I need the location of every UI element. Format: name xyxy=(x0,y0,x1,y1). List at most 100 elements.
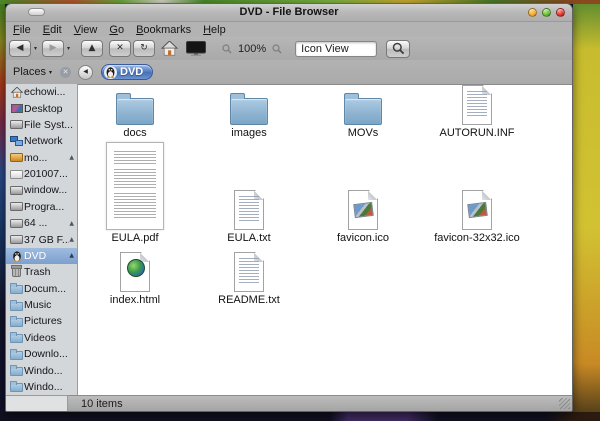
menu-view[interactable]: View xyxy=(74,24,98,36)
zoom-out-button[interactable] xyxy=(222,43,232,54)
titlebar[interactable]: DVD - File Browser xyxy=(6,4,572,22)
places-dropdown-icon[interactable]: ▾ xyxy=(49,69,52,76)
sidebar-item-desktop[interactable]: Desktop xyxy=(6,100,77,116)
menu-file-mnemonic: F xyxy=(13,23,20,36)
eject-icon[interactable]: ▲ xyxy=(69,252,74,259)
home-button[interactable] xyxy=(161,41,178,56)
menu-help[interactable]: Help xyxy=(203,24,226,36)
sidebar-item-home[interactable]: echowi... xyxy=(6,84,77,100)
stop-button[interactable]: ✕ xyxy=(109,40,131,57)
linux-penguin-icon xyxy=(9,250,24,262)
sidebar-item-music[interactable]: Music xyxy=(6,297,77,313)
sidebar-item-label: Windo... xyxy=(24,364,63,377)
menu-go[interactable]: Go xyxy=(109,24,124,36)
file-item-autorun[interactable]: AUTORUN.INF xyxy=(440,85,514,142)
breadcrumb-dvd[interactable]: DVD xyxy=(101,64,154,80)
toolbar: ◀ ▾ ▶ ▾ ▲ ✕ ↻ 100% Icon View xyxy=(6,37,572,60)
forward-history-dropdown[interactable]: ▾ xyxy=(64,45,73,52)
zoom-in-button[interactable] xyxy=(272,43,282,54)
folder-icon xyxy=(9,332,24,344)
zoom-level-label: 100% xyxy=(238,42,267,55)
sidebar-item-filesystem[interactable]: File Syst... xyxy=(6,117,77,133)
sidebar-item-label: Pictures xyxy=(24,315,62,328)
image-file-icon xyxy=(462,190,492,230)
trash-icon xyxy=(9,265,24,278)
file-name: README.txt xyxy=(218,294,280,306)
resize-grip[interactable] xyxy=(559,398,570,409)
sidebar-item-label: File Syst... xyxy=(24,118,74,131)
sidebar-item-network[interactable]: Network xyxy=(6,133,77,149)
file-item-images[interactable]: images xyxy=(230,92,268,142)
close-button[interactable] xyxy=(556,8,565,17)
file-item-docs[interactable]: docs xyxy=(116,92,154,142)
forward-icon: ▶ xyxy=(49,43,57,53)
file-item-favicon[interactable]: favicon.ico xyxy=(337,190,389,247)
back-button[interactable]: ◀ xyxy=(9,40,31,57)
file-name: favicon.ico xyxy=(337,232,389,244)
forward-button[interactable]: ▶ xyxy=(42,40,64,57)
location-row: Places ▾ ✕ ◀ DVD xyxy=(6,60,572,84)
fullscreen-button[interactable] xyxy=(186,41,206,56)
path-scroll-back-button[interactable]: ◀ xyxy=(78,64,93,80)
sidebar-item-37gb[interactable]: 37 GB F... ▲ xyxy=(6,231,77,247)
folder-icon xyxy=(230,93,268,125)
sidebar-item-windows[interactable]: window... xyxy=(6,182,77,198)
refresh-icon: ↻ xyxy=(140,43,148,53)
file-name: index.html xyxy=(109,294,161,306)
menu-help-mnemonic: H xyxy=(203,23,212,36)
file-icon-view[interactable]: docs images MOVs AUTORUN.INF EULA.pdf EU… xyxy=(78,84,572,395)
text-file-icon xyxy=(234,190,264,230)
file-item-eula-pdf[interactable]: EULA.pdf xyxy=(106,142,164,247)
file-item-favicon-32[interactable]: favicon-32x32.ico xyxy=(434,190,520,247)
sidebar-item-trash[interactable]: Trash xyxy=(6,264,77,280)
sidebar-item-label: Music xyxy=(24,299,52,312)
sidebar-item-201007[interactable]: 201007... xyxy=(6,166,77,182)
places-label[interactable]: Places xyxy=(13,66,46,78)
sidebar-item-dvd[interactable]: DVD ▲ xyxy=(6,247,77,265)
sidebar-item-label: window... xyxy=(24,184,68,197)
sidebar-item-downloads[interactable]: Downlo... xyxy=(6,346,77,362)
file-item-movs[interactable]: MOVs xyxy=(344,92,382,142)
file-name: docs xyxy=(123,127,147,139)
sidebar-item-pictures[interactable]: Pictures xyxy=(6,313,77,329)
sidebar-item-videos[interactable]: Videos xyxy=(6,330,77,346)
menu-edit[interactable]: Edit xyxy=(43,24,62,36)
linux-penguin-icon xyxy=(104,65,117,79)
eject-icon[interactable]: ▲ xyxy=(69,236,74,243)
sidebar-item-mo[interactable]: mo... ▲ xyxy=(6,150,77,166)
sidebar-item-documents[interactable]: Docum... xyxy=(6,281,77,297)
file-name: MOVs xyxy=(347,127,379,139)
view-mode-selector[interactable]: Icon View xyxy=(295,40,378,57)
menu-file[interactable]: File xyxy=(13,24,31,36)
breadcrumb-label: DVD xyxy=(120,66,144,78)
search-icon xyxy=(392,42,404,55)
eject-icon[interactable]: ▲ xyxy=(69,220,74,227)
network-icon xyxy=(9,135,24,147)
maximize-button[interactable] xyxy=(542,8,551,17)
sidebar-item-label: Downlo... xyxy=(24,348,68,361)
minimize-button[interactable] xyxy=(528,8,537,17)
folder-icon xyxy=(344,93,382,125)
file-item-eula-txt[interactable]: EULA.txt xyxy=(227,190,271,247)
close-sidebar-button[interactable]: ✕ xyxy=(60,66,72,78)
sidebar-item-64[interactable]: 64 ... ▲ xyxy=(6,215,77,231)
search-button[interactable] xyxy=(386,39,411,58)
refresh-button[interactable]: ↻ xyxy=(133,40,155,57)
sidebar-item-windows-2[interactable]: Windo... xyxy=(6,379,77,395)
sidebar-item-windows-1[interactable]: Windo... xyxy=(6,362,77,378)
menu-edit-rest: dit xyxy=(50,23,62,36)
file-item-index-html[interactable]: index.html xyxy=(110,252,160,309)
window-controls xyxy=(528,8,565,17)
file-item-readme[interactable]: README.txt xyxy=(218,252,280,309)
up-button[interactable]: ▲ xyxy=(81,40,103,57)
folder-icon xyxy=(9,299,24,311)
eject-icon[interactable]: ▲ xyxy=(69,154,74,161)
back-history-dropdown[interactable]: ▾ xyxy=(31,45,40,52)
file-name: images xyxy=(231,127,267,139)
zoom-in-icon xyxy=(272,43,282,53)
folder-icon xyxy=(9,365,24,377)
sidebar-item-program[interactable]: Progra... xyxy=(6,199,77,215)
menu-bookmarks[interactable]: Bookmarks xyxy=(136,24,191,36)
menu-file-rest: ile xyxy=(19,23,31,36)
folder-icon xyxy=(9,381,24,393)
